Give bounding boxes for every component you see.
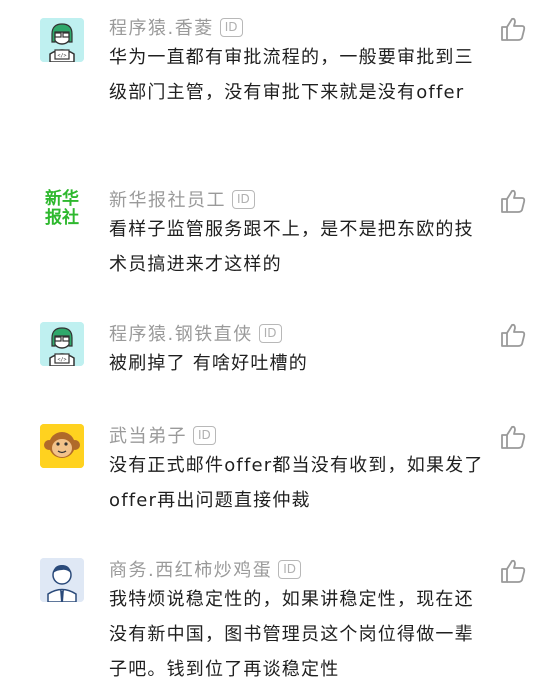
xinhua-logo[interactable]: 新华报社 bbox=[40, 190, 84, 234]
author-name[interactable]: 武当弟子 bbox=[109, 422, 187, 448]
programmer-avatar-icon: </> bbox=[40, 322, 84, 366]
comment-item: 武当弟子 ID 没有正式邮件offer都当没有收到，如果发了offer再出问题直… bbox=[0, 420, 558, 520]
author-row: 商务.西红柿炒鸡蛋 ID bbox=[109, 554, 302, 584]
comment-item: </> 程序猿.香菱 ID 华为一直都有审批流程的，一般要审批到三级部门主管，没… bbox=[0, 12, 558, 142]
programmer-avatar-icon: </> bbox=[40, 18, 84, 62]
comment-text: 没有正式邮件offer都当没有收到，如果发了offer再出问题直接仲裁 bbox=[109, 455, 484, 511]
like-button[interactable] bbox=[500, 188, 526, 214]
comment-text: 我特烦说稳定性的，如果讲稳定性，现在还没有新中国，图书管理员这个岗位得做一辈子吧… bbox=[109, 589, 474, 680]
like-button[interactable] bbox=[500, 424, 526, 450]
comment-text: 华为一直都有审批流程的，一般要审批到三级部门主管，没有审批下来就是没有offer bbox=[109, 47, 474, 103]
thumbs-up-icon bbox=[501, 425, 526, 449]
id-badge: ID bbox=[278, 559, 302, 579]
thumbs-up-icon bbox=[501, 323, 526, 347]
id-badge: ID bbox=[193, 425, 216, 445]
id-badge: ID bbox=[258, 323, 282, 343]
author-name[interactable]: 程序猿.钢铁直侠 bbox=[109, 320, 253, 346]
avatar[interactable] bbox=[40, 424, 84, 468]
author-name[interactable]: 商务.西红柿炒鸡蛋 bbox=[109, 556, 272, 582]
author-row: 程序猿.香菱 ID bbox=[109, 12, 243, 42]
comment-item: 商务.西红柿炒鸡蛋 ID 我特烦说稳定性的，如果讲稳定性，现在还没有新中国，图书… bbox=[0, 554, 558, 696]
comment-text: 看样子监管服务跟不上，是不是把东欧的技术员搞进来才这样的 bbox=[109, 219, 474, 275]
comment-item: 新华报社 新华报社员工 ID 看样子监管服务跟不上，是不是把东欧的技术员搞进来才… bbox=[0, 184, 558, 284]
comment-item: </> 程序猿.钢铁直侠 ID 被刷掉了 有啥好吐槽的 bbox=[0, 318, 558, 388]
author-row: 新华报社员工 ID bbox=[109, 184, 255, 214]
avatar-text: 新华报社 bbox=[45, 189, 79, 228]
avatar[interactable] bbox=[40, 558, 84, 602]
thumbs-up-icon bbox=[501, 559, 526, 583]
author-name[interactable]: 新华报社员工 bbox=[109, 186, 226, 212]
id-badge: ID bbox=[219, 17, 243, 37]
id-badge: ID bbox=[232, 189, 255, 209]
like-button[interactable] bbox=[500, 322, 526, 348]
thumbs-up-icon bbox=[501, 17, 526, 41]
business-avatar-icon bbox=[40, 558, 84, 602]
comment-text: 被刷掉了 有啥好吐槽的 bbox=[109, 353, 308, 374]
avatar[interactable]: </> bbox=[40, 18, 84, 62]
thumbs-up-icon bbox=[501, 189, 526, 213]
author-name[interactable]: 程序猿.香菱 bbox=[109, 14, 214, 40]
svg-text:</>: </> bbox=[57, 53, 66, 59]
avatar[interactable]: </> bbox=[40, 322, 84, 366]
like-button[interactable] bbox=[500, 16, 526, 42]
author-row: 武当弟子 ID bbox=[109, 420, 216, 450]
like-button[interactable] bbox=[500, 558, 526, 584]
author-row: 程序猿.钢铁直侠 ID bbox=[109, 318, 282, 348]
svg-text:</>: </> bbox=[57, 357, 66, 363]
monkey-avatar-icon bbox=[40, 424, 84, 468]
